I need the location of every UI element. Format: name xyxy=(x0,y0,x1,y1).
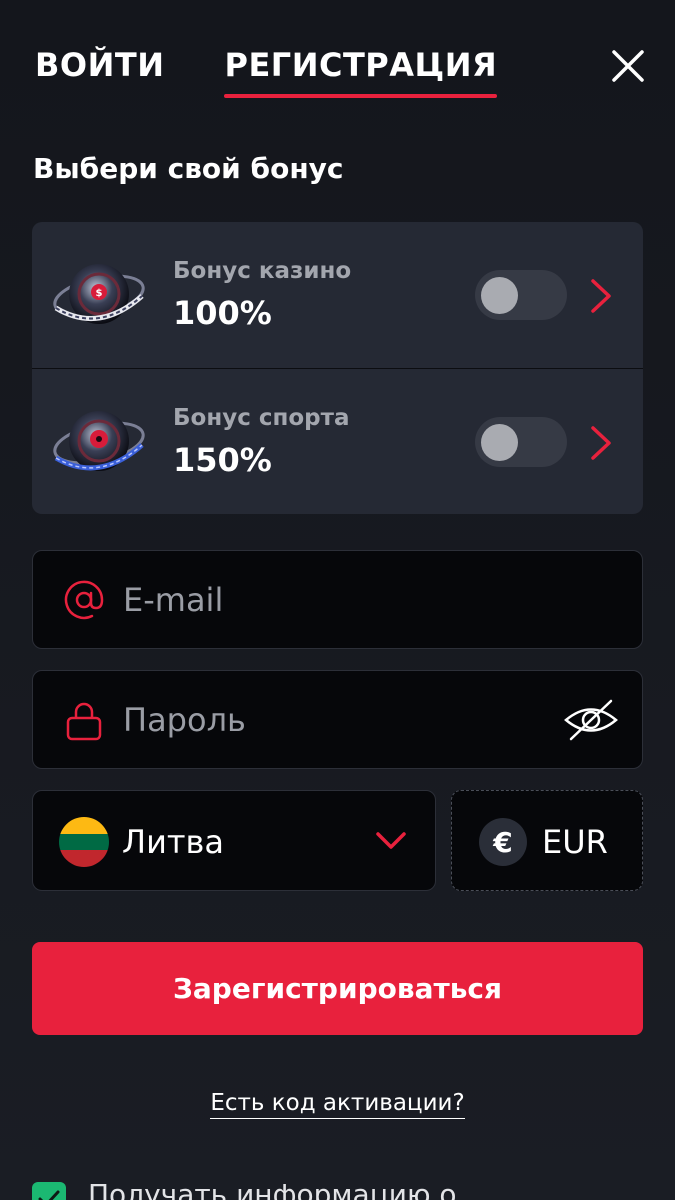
currency-code: EUR xyxy=(542,823,608,861)
eye-off-icon[interactable] xyxy=(563,699,619,741)
password-input[interactable] xyxy=(123,671,563,768)
euro-icon: € xyxy=(479,818,527,866)
close-icon[interactable] xyxy=(610,48,646,84)
register-button[interactable]: Зарегистрироваться xyxy=(32,942,643,1035)
sport-bonus-toggle[interactable] xyxy=(475,417,567,467)
tab-login[interactable]: ВОЙТИ xyxy=(35,46,164,84)
activation-code-link-container: Есть код активации? xyxy=(0,1090,675,1119)
lithuania-flag-icon xyxy=(59,817,109,867)
password-field-container xyxy=(32,670,643,769)
chevron-right-icon[interactable] xyxy=(588,277,614,315)
bonus-section-title: Выбери свой бонус xyxy=(33,152,344,185)
lock-icon xyxy=(66,702,102,741)
country-name: Литва xyxy=(122,823,224,861)
bonus-name: Бонус спорта xyxy=(173,405,350,431)
auth-tabs: ВОЙТИ РЕГИСТРАЦИЯ xyxy=(35,46,497,98)
country-select[interactable]: Литва xyxy=(32,790,436,891)
at-icon xyxy=(64,580,104,620)
chevron-right-icon[interactable] xyxy=(588,424,614,462)
bonus-value: 100% xyxy=(173,294,272,332)
bonus-value: 150% xyxy=(173,441,272,479)
check-icon xyxy=(38,1190,60,1200)
activation-code-link[interactable]: Есть код активации? xyxy=(210,1090,465,1119)
toggle-knob xyxy=(481,424,518,461)
email-field-container xyxy=(32,550,643,649)
newsletter-checkbox[interactable] xyxy=(32,1182,66,1200)
casino-bonus-image: $ xyxy=(53,264,145,324)
newsletter-label: Получать информацию о xyxy=(88,1178,457,1200)
currency-select[interactable]: € EUR xyxy=(451,790,643,891)
sport-bonus-image xyxy=(53,411,145,471)
email-input[interactable] xyxy=(123,551,563,648)
svg-text:$: $ xyxy=(96,288,103,299)
chevron-down-icon xyxy=(376,832,406,849)
bonus-name: Бонус казино xyxy=(173,258,352,284)
toggle-knob xyxy=(481,277,518,314)
casino-bonus-toggle[interactable] xyxy=(475,270,567,320)
bonus-list: $ Бонус казино 100% Бонус спорта 150% xyxy=(32,222,643,514)
bonus-item-casino[interactable]: $ Бонус казино 100% xyxy=(32,222,643,368)
bonus-item-sport[interactable]: Бонус спорта 150% xyxy=(32,369,643,514)
tab-register[interactable]: РЕГИСТРАЦИЯ xyxy=(224,46,497,98)
